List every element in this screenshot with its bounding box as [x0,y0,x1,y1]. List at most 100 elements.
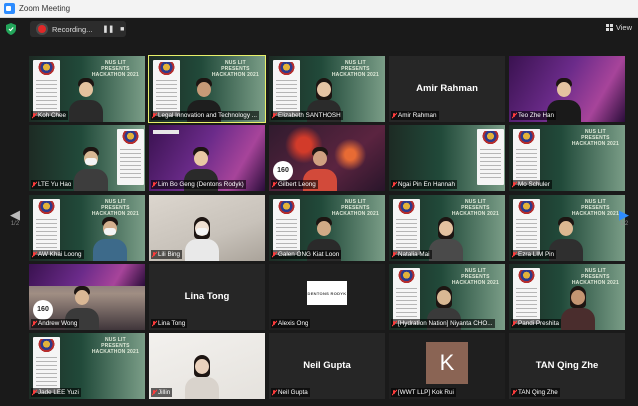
view-button[interactable]: View [605,23,632,32]
participant-display-name: Amir Rahman [416,83,478,94]
participant-tile[interactable]: NUS LIT PRESENTS HACKATHON 2021 AW Khai Loo… [29,195,145,261]
participant-face [317,221,331,236]
page-indicator-left: 1/2 [10,221,20,227]
muted-mic-icon [511,389,517,396]
participant-display-name: Neil Gupta [303,360,351,371]
participant-face [559,221,573,236]
participant-tile[interactable]: Lili Bing [149,195,265,261]
participant-name: Andrew Wong [38,320,78,327]
muted-mic-icon [31,112,37,119]
participant-tile[interactable]: Neil Gupta Neil Gupta [269,333,385,399]
participant-tile[interactable]: 160 Andrew Wong [29,264,145,330]
page-indicator-right: 1/2 [619,221,629,227]
participant-body [74,169,108,191]
participant-name: Galen ONG Kiat Loon [278,251,340,258]
participant-name-label: Ezra LIM Pin [511,250,557,259]
chevron-right-icon: ▶ [619,207,629,222]
participant-tile[interactable]: NUS LIT PRESENTS HACKATHON 2021 [Hydration … [389,264,505,330]
participant-tile[interactable]: NUS LIT PRESENTS HACKATHON 2021 Legal Innov… [148,55,266,123]
participant-tile[interactable]: NUS LIT PRESENTS HACKATHON 2021 Jade LEE Yu… [29,333,145,399]
badge-160: 160 [33,300,53,320]
participant-name: Pandi Preshita [518,320,559,327]
participant-tile[interactable]: Amir Rahman Amir Rahman [389,56,505,122]
face-mask [85,158,97,165]
participant-tile[interactable]: LTE Yu Hao [29,125,145,191]
view-label: View [615,23,632,32]
muted-mic-icon [31,251,37,258]
participant-tile[interactable]: Jillin [149,333,265,399]
gallery-grid: NUS LIT PRESENTS HACKATHON 2021 Koh Chee NUS… [0,18,638,406]
participant-body [185,377,219,399]
hackathon-title: NUS LIT PRESENTS HACKATHON 2021 [92,337,139,355]
participant-tile[interactable]: NUS LIT PRESENTS HACKATHON 2021 Koh Chee [29,56,145,122]
participant-face [197,82,211,97]
hackathon-poster [513,129,540,185]
hackathon-title-line: HACKATHON 2021 [571,141,619,147]
participant-name: [Hydration Nation] Niyanta CHO... [398,320,493,327]
participant-tile[interactable]: Lina Tong Lina Tong [149,264,265,330]
participant-tile[interactable]: Lim Bo Geng (Dentons Rodyk) [149,125,265,191]
participant-name: Elizabeth SANTHOSH [278,112,341,119]
muted-mic-icon [391,181,397,188]
muted-mic-icon [271,112,277,119]
participant-name-label: Jillin [151,388,173,397]
participant-name-label: Amir Rahman [391,111,439,120]
pause-recording-button[interactable]: ❚❚ [102,25,114,33]
participant-tile[interactable]: NUS LIT PRESENTS HACKATHON 2021 Galen ONG K… [269,195,385,261]
hackathon-title: NUS LIT PRESENTS HACKATHON 2021 [572,129,619,147]
participant-name: Legal Innovation and Technology ... [158,112,257,119]
participant-name-label: Elizabeth SANTHOSH [271,111,343,120]
participant-tile[interactable]: DENTONS RODYK Alexis Ong [269,264,385,330]
participant-tile[interactable]: Ngai Pin En Hannah [389,125,505,191]
participant-name: Neil Gupta [278,389,308,396]
stop-recording-button[interactable]: ■ [120,26,124,33]
participant-display-name: TAN Qing Zhe [535,360,599,371]
participant-name-label: Legal Innovation and Technology ... [151,111,259,120]
participant-name-label: Alexis Ong [271,319,311,328]
participant-name-label: TAN Qing Zhe [511,388,560,397]
participant-name: LTE Yu Hao [38,181,72,188]
muted-mic-icon [31,320,37,327]
participant-name-label: Neil Gupta [271,388,310,397]
hackathon-title-line: HACKATHON 2021 [91,349,139,355]
participant-name-label: Galen ONG Kiat Loon [271,250,342,259]
participant-name-label: Gilbert Leong [271,180,318,189]
avatar: K [426,342,468,384]
participant-tile[interactable]: K [WWT LLP] Kok Rui [389,333,505,399]
participant-tile[interactable]: TAN Qing Zhe TAN Qing Zhe [509,333,625,399]
participant-body [185,239,219,261]
next-page-button[interactable]: ▶ 1/2 [614,208,634,227]
muted-mic-icon [391,112,397,119]
participant-tile[interactable]: NUS LIT PRESENTS HACKATHON 2021 Pandi Presh… [509,264,625,330]
muted-mic-icon [151,389,157,396]
participant-tile[interactable]: 160 Gilbert Leong [269,125,385,191]
participant-name-label: [WWT LLP] Kok Rui [391,388,456,397]
face-mask [196,228,208,235]
muted-mic-icon [391,389,397,396]
participant-tile[interactable]: NUS LIT PRESENTS HACKATHON 2021 Elizabeth S… [269,56,385,122]
participant-name: Lim Bo Geng (Dentons Rodyk) [158,181,244,188]
participant-name-label: Lim Bo Geng (Dentons Rodyk) [151,180,246,189]
participant-face [75,290,89,305]
muted-mic-icon [511,320,517,327]
participant-tile[interactable]: NUS LIT PRESENTS HACKATHON 2021 Mo Schuler [509,125,625,191]
zoom-app-icon [4,3,15,14]
hackathon-poster [477,129,504,185]
muted-mic-icon [151,181,157,188]
muted-mic-icon [511,112,517,119]
participant-tile[interactable]: NUS LIT PRESENTS HACKATHON 2021 Ezra LIM Pi… [509,195,625,261]
participant-face [195,359,209,374]
participant-name: Amir Rahman [398,112,437,119]
participant-name-label: Jade LEE Yuzi [31,388,81,397]
participant-face [557,82,571,97]
participant-tile[interactable]: Teo Zhe Han [509,56,625,122]
participant-name-label: [Hydration Nation] Niyanta CHO... [391,319,495,328]
face-mask [104,228,116,235]
previous-page-button[interactable]: ◀ 1/2 [5,208,25,227]
participant-tile[interactable]: NUS LIT PRESENTS HACKATHON 2021 Natalia Mai [389,195,505,261]
participant-body [93,239,127,261]
participant-name: TAN Qing Zhe [518,389,558,396]
meeting-view: NUS LIT PRESENTS HACKATHON 2021 Koh Chee NUS… [0,18,638,406]
participant-face [437,290,451,305]
security-shield-icon[interactable] [6,23,16,35]
